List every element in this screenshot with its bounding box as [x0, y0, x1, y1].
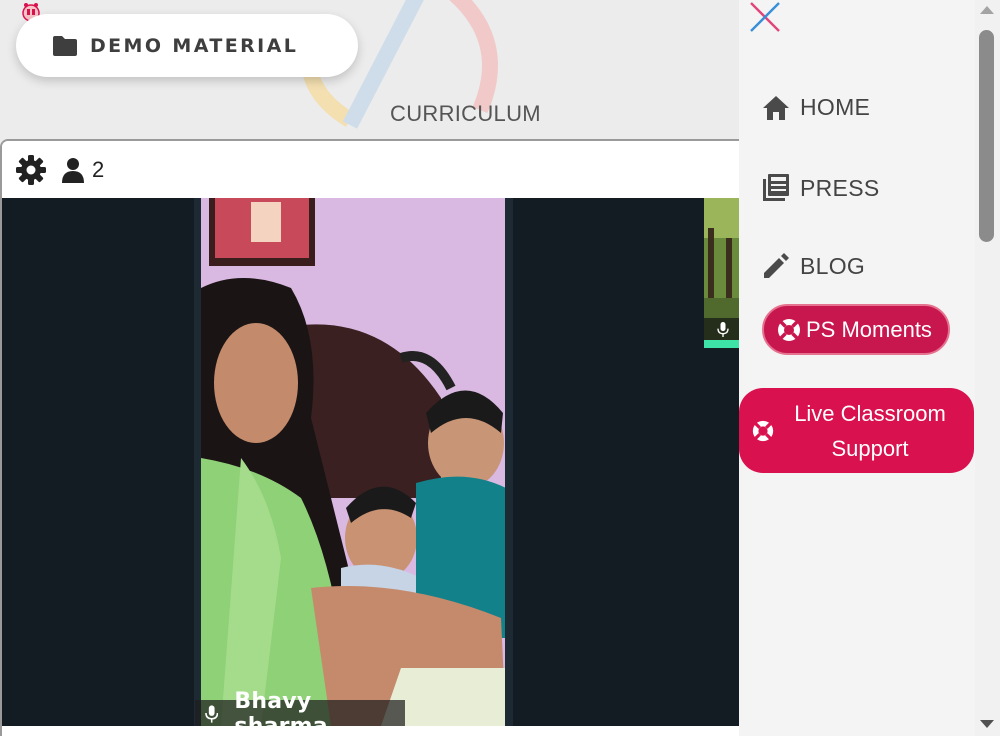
secondary-mic-indicator: [704, 318, 739, 340]
scroll-down-arrow-icon[interactable]: [980, 720, 994, 728]
participant-video-image: [201, 198, 506, 726]
scrollbar-thumb[interactable]: [979, 30, 994, 242]
side-menu: HOME PRESS BLOG PS Moments Live Classroo…: [739, 0, 975, 736]
gear-icon[interactable]: [15, 154, 47, 186]
lifebuoy-icon: [752, 420, 774, 441]
live-classroom-support-label: Live Classroom Support: [794, 400, 946, 461]
participant-video-tile[interactable]: [201, 198, 506, 726]
microphone-icon: [716, 321, 729, 337]
ps-moments-button[interactable]: PS Moments: [762, 304, 950, 355]
sidebar-item-blog[interactable]: BLOG: [762, 252, 865, 280]
sidebar-item-label: PRESS: [800, 174, 880, 201]
newspaper-icon: [763, 174, 789, 201]
close-icon[interactable]: [748, 0, 782, 34]
pencil-icon: [764, 253, 789, 278]
tile-border-right: [505, 198, 513, 726]
scrollbar[interactable]: [975, 0, 1000, 736]
person-icon: [62, 157, 84, 183]
video-panel: 2 Bhavy: [0, 139, 739, 736]
demo-material-label: DEMO MATERIAL: [90, 34, 299, 57]
main-area: DEMO MATERIAL CURRICULUM 2 Bhavy: [0, 0, 739, 736]
scroll-up-arrow-icon[interactable]: [980, 6, 994, 14]
sidebar-item-press[interactable]: PRESS: [762, 173, 879, 203]
sidebar-item-label: BLOG: [800, 252, 866, 279]
participant-name-tag: Bhavy sharma: [195, 689, 405, 726]
ps-moments-label: PS Moments: [806, 316, 932, 342]
participant-count: 2: [92, 156, 105, 182]
sidebar-item-label: HOME: [800, 94, 871, 120]
sidebar-item-home[interactable]: HOME: [762, 94, 870, 121]
video-toolbar: 2: [2, 141, 739, 198]
video-area: Bhavy sharma: [2, 198, 739, 726]
home-icon: [763, 95, 789, 120]
folder-icon: [53, 35, 77, 56]
curriculum-tab[interactable]: CURRICULUM: [390, 101, 541, 127]
demo-material-button[interactable]: DEMO MATERIAL: [16, 14, 358, 77]
participant-name: Bhavy sharma: [234, 689, 327, 726]
lifebuoy-icon: [778, 318, 800, 341]
audio-level-bar: [704, 340, 739, 348]
microphone-icon: [205, 705, 219, 723]
live-classroom-support-button[interactable]: Live Classroom Support: [739, 388, 974, 473]
participants-indicator[interactable]: 2: [62, 157, 104, 183]
